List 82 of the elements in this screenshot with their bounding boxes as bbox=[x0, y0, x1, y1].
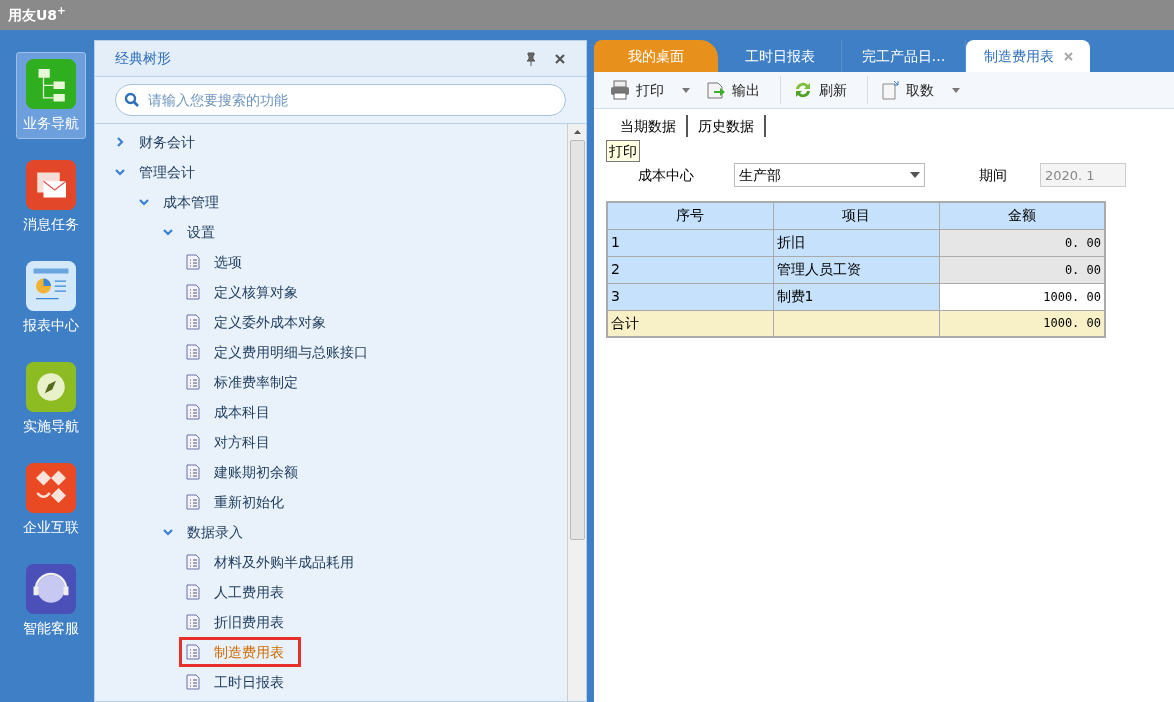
refresh-icon bbox=[793, 80, 813, 100]
tab[interactable]: 当期数据 bbox=[610, 115, 688, 137]
pin-icon[interactable] bbox=[524, 51, 538, 66]
tree-leaf[interactable]: 对方科目 bbox=[179, 427, 287, 457]
table-cell: 0. 00 bbox=[939, 229, 1105, 256]
tree-node[interactable]: 成本管理 bbox=[163, 191, 219, 213]
table-cell: 1000. 00 bbox=[939, 310, 1105, 337]
column-header[interactable]: 序号 bbox=[607, 202, 773, 229]
document-icon bbox=[880, 80, 900, 100]
caret-icon bbox=[952, 87, 960, 93]
field-label: 成本中心 bbox=[638, 165, 695, 185]
search-field[interactable]: 请输入您要搜索的功能 bbox=[115, 84, 566, 116]
table-cell: 制费1 bbox=[773, 283, 939, 310]
report-icon bbox=[26, 261, 76, 311]
caret-icon bbox=[910, 172, 920, 178]
document-icon bbox=[186, 554, 200, 570]
close-icon[interactable] bbox=[554, 52, 566, 65]
tree-leaf[interactable]: 标准费率制定 bbox=[179, 367, 315, 397]
table-cell: 1 bbox=[607, 229, 773, 256]
table-cell: 3 bbox=[607, 283, 773, 310]
diamonds-icon bbox=[26, 463, 76, 513]
tab[interactable]: 历史数据 bbox=[688, 115, 766, 137]
tree-node[interactable]: 财务会计 bbox=[139, 131, 195, 153]
column-header[interactable]: 金额 bbox=[939, 202, 1105, 229]
nav-item[interactable]: 企业互联 bbox=[16, 456, 86, 543]
table-cell: 1000. 00 bbox=[939, 283, 1105, 310]
nav-item[interactable]: 消息任务 bbox=[16, 153, 86, 240]
toolbar-button[interactable]: 刷新 bbox=[789, 75, 851, 105]
document-icon bbox=[186, 584, 200, 600]
document-icon bbox=[186, 674, 200, 690]
table-cell: 0. 00 bbox=[939, 256, 1105, 283]
document-icon bbox=[186, 284, 200, 300]
tree-leaf[interactable]: 建账期初余额 bbox=[179, 457, 315, 487]
tree-node[interactable]: 设置 bbox=[187, 221, 215, 243]
document-icon bbox=[186, 344, 200, 360]
search-icon bbox=[124, 92, 140, 108]
tree-node[interactable]: 数据录入 bbox=[187, 521, 243, 543]
document-icon bbox=[186, 314, 200, 330]
toolbar-button[interactable]: 打印 bbox=[606, 75, 694, 105]
nav-item[interactable]: 智能客服 bbox=[16, 557, 86, 644]
table-cell: 管理人员工资 bbox=[773, 256, 939, 283]
tree-leaf[interactable]: 材料及外购半成品耗用 bbox=[179, 547, 371, 577]
cost-center-dropdown[interactable]: 生产部 bbox=[734, 163, 925, 187]
tree-leaf[interactable]: 人工费用表 bbox=[179, 577, 301, 607]
document-icon bbox=[186, 374, 200, 390]
compass-icon bbox=[26, 362, 76, 412]
tree-leaf[interactable]: 工时日报表 bbox=[179, 667, 301, 697]
tree-leaf[interactable]: 选项 bbox=[179, 247, 259, 277]
field-label: 期间 bbox=[979, 165, 1008, 185]
tree-node[interactable]: 管理会计 bbox=[139, 161, 195, 183]
tab[interactable]: 制造费用表 bbox=[966, 40, 1090, 72]
printer-icon bbox=[610, 80, 630, 100]
tree-icon bbox=[26, 59, 76, 109]
document-icon bbox=[186, 404, 200, 420]
app-title: 用友U8$^{+}$ bbox=[8, 4, 66, 25]
caret-icon bbox=[682, 87, 690, 93]
table-cell: 合计 bbox=[607, 310, 773, 337]
document-icon bbox=[186, 434, 200, 450]
document-icon bbox=[186, 254, 200, 270]
nav-item[interactable]: 报表中心 bbox=[16, 254, 86, 341]
tree-leaf[interactable]: 折旧费用表 bbox=[179, 607, 301, 637]
nav-item[interactable]: 实施导航 bbox=[16, 355, 86, 442]
headset-icon bbox=[26, 564, 76, 614]
tree-leaf[interactable]: 重新初始化 bbox=[179, 487, 301, 517]
scrollbar-thumb[interactable] bbox=[569, 140, 585, 540]
export-icon bbox=[706, 80, 726, 100]
tree-leaf[interactable]: 成本科目 bbox=[179, 397, 287, 427]
table-cell: 折旧 bbox=[773, 229, 939, 256]
tooltip: 打印 bbox=[606, 140, 640, 162]
tree-leaf[interactable]: 定义委外成本对象 bbox=[179, 307, 343, 337]
document-icon bbox=[186, 614, 200, 630]
panel-title: 经典树形 bbox=[115, 49, 172, 68]
document-icon bbox=[186, 494, 200, 510]
document-icon bbox=[186, 644, 200, 660]
document-icon bbox=[186, 464, 200, 480]
column-header[interactable]: 项目 bbox=[773, 202, 939, 229]
tree-leaf[interactable]: 定义核算对象 bbox=[179, 277, 315, 307]
toolbar-button[interactable]: 输出 bbox=[702, 75, 764, 105]
toolbar-button[interactable]: 取数 bbox=[876, 75, 964, 105]
envelope-icon bbox=[26, 160, 76, 210]
tree-leaf[interactable]: 定义费用明细与总账接口 bbox=[179, 337, 385, 367]
table-cell: 2 bbox=[607, 256, 773, 283]
